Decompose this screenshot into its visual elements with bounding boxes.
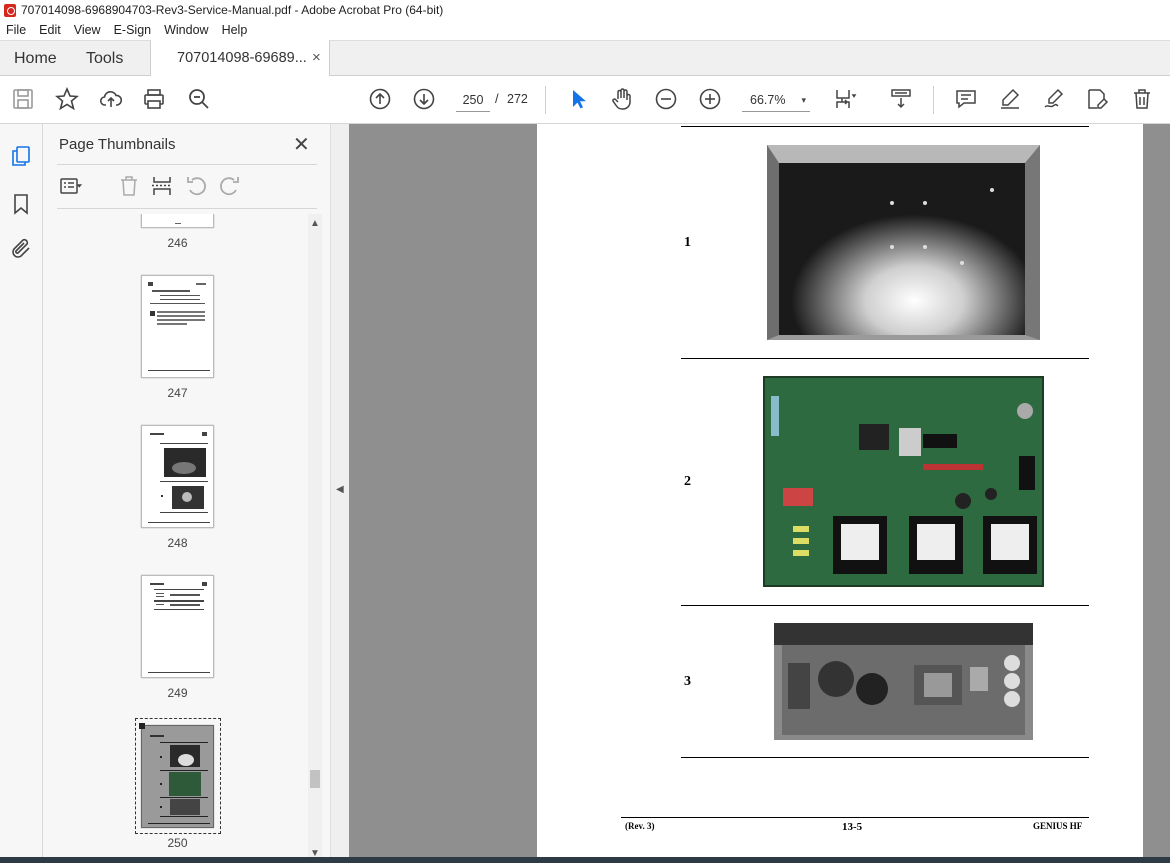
photo-power-supply [774, 623, 1033, 740]
tab-bar: Home Tools 707014098-69689... × [0, 40, 1170, 77]
thumbnail-label: 247 [167, 386, 188, 400]
bookmark-star-icon[interactable] [54, 86, 80, 112]
item-number: 2 [684, 474, 691, 489]
tab-document-label: 707014098-69689... [177, 50, 307, 66]
window-title: 707014098-6968904703-Rev3-Service-Manual… [21, 3, 444, 17]
footer-page-number: 13-5 [842, 821, 863, 833]
menu-esign[interactable]: E-Sign [114, 23, 152, 37]
page-thumbnail[interactable] [141, 214, 214, 228]
panel-title: Page Thumbnails [59, 136, 176, 153]
menu-view[interactable]: View [74, 23, 101, 37]
page-separator: / [495, 91, 499, 106]
total-pages: 272 [507, 92, 528, 106]
zoom-level-select[interactable]: 66.7% ▾ [742, 88, 810, 112]
footer-product: GENIUS HF [1033, 821, 1083, 831]
thumbnail-label: 250 [167, 836, 188, 850]
highlight-pen-icon[interactable] [997, 86, 1023, 112]
scroll-up-icon[interactable]: ▲ [310, 218, 320, 229]
thumbnail-label: 249 [167, 686, 188, 700]
bookmarks-icon[interactable] [9, 192, 33, 216]
pdf-page: 1 2 3 (Rev. 3) 13-5 GENIUS HF [537, 124, 1143, 857]
select-cursor-icon[interactable] [565, 86, 591, 112]
panel-divider [57, 164, 317, 165]
tab-close-icon[interactable]: × [312, 49, 321, 66]
page-thumbnail[interactable] [141, 425, 214, 528]
previous-page-icon[interactable] [367, 86, 393, 112]
page-thumbnails-panel: Page Thumbnails ✕ 246 247 248 249 250 ▲ … [43, 124, 330, 863]
next-page-icon[interactable] [411, 86, 437, 112]
tab-tools[interactable]: Tools [86, 50, 123, 68]
page-thumbnail[interactable] [141, 575, 214, 678]
thumbnail-label: 248 [167, 536, 188, 550]
delete-trash-icon[interactable] [1129, 86, 1155, 112]
document-view[interactable]: 1 2 3 (Rev. 3) 13-5 GENIUS HF [349, 124, 1170, 857]
horizontal-rule [681, 757, 1089, 758]
toolbar: 250 / 272 66.7% ▾ [0, 76, 1170, 124]
insert-page-icon[interactable] [150, 174, 174, 198]
panel-divider [57, 208, 317, 209]
menu-file[interactable]: File [6, 23, 26, 37]
title-bar: 707014098-6968904703-Rev3-Service-Manual… [0, 0, 1170, 20]
menu-edit[interactable]: Edit [39, 23, 61, 37]
find-search-icon[interactable] [186, 86, 212, 112]
edit-pdf-icon[interactable] [1084, 86, 1110, 112]
thumbnail-label: 246 [167, 236, 188, 250]
page-display-icon[interactable] [832, 86, 858, 112]
zoom-out-icon[interactable] [653, 86, 679, 112]
menu-window[interactable]: Window [164, 23, 208, 37]
attachments-paperclip-icon[interactable] [9, 237, 33, 261]
item-number: 1 [684, 235, 691, 250]
thumbnail-tools [59, 174, 319, 200]
tab-home[interactable]: Home [14, 50, 57, 68]
navigation-strip [0, 124, 43, 863]
item-number: 3 [684, 674, 691, 689]
photo-enclosure [767, 145, 1040, 340]
horizontal-rule [681, 605, 1089, 606]
comment-icon[interactable] [953, 86, 979, 112]
panel-collapse-handle[interactable]: ◀ [330, 124, 349, 863]
page-thumbnail-selected[interactable] [139, 723, 214, 828]
menu-bar: File Edit View E-Sign Window Help [0, 20, 1170, 40]
page-thumbnail[interactable] [141, 275, 214, 378]
page-number-input[interactable]: 250 [456, 88, 490, 112]
acrobat-icon [4, 3, 16, 17]
horizontal-rule [681, 126, 1089, 127]
delete-page-icon[interactable] [117, 174, 141, 198]
thumbnail-list: 246 247 248 249 250 [43, 214, 308, 863]
chevron-down-icon: ▾ [801, 95, 806, 105]
collapse-left-icon[interactable]: ◀ [336, 484, 344, 495]
hand-tool-icon[interactable] [609, 86, 635, 112]
draw-sign-icon[interactable] [1041, 86, 1067, 112]
page-thumbnails-icon[interactable] [9, 144, 33, 168]
toolbar-divider [933, 86, 934, 114]
save-icon[interactable] [10, 86, 36, 112]
menu-help[interactable]: Help [222, 23, 248, 37]
taskbar-strip [0, 857, 1170, 863]
zoom-level-value: 66.7% [750, 93, 786, 107]
zoom-in-icon[interactable] [697, 86, 723, 112]
footer-revision: (Rev. 3) [625, 821, 655, 831]
footer-rule [621, 817, 1089, 818]
toolbar-divider [545, 86, 546, 114]
tab-document[interactable]: 707014098-69689... × [150, 40, 330, 77]
horizontal-rule [681, 358, 1089, 359]
rotate-clockwise-icon[interactable] [218, 174, 242, 198]
panel-close-icon[interactable]: ✕ [293, 132, 310, 157]
scroll-mode-icon[interactable] [888, 86, 914, 112]
scrollbar-thumb[interactable] [310, 770, 320, 788]
thumbnail-scrollbar[interactable]: ▲ ▼ [308, 214, 322, 863]
options-menu-icon[interactable] [59, 174, 83, 198]
rotate-counterclockwise-icon[interactable] [184, 174, 208, 198]
photo-circuit-board [763, 376, 1044, 587]
upload-cloud-icon[interactable] [98, 86, 124, 112]
print-icon[interactable] [141, 86, 167, 112]
